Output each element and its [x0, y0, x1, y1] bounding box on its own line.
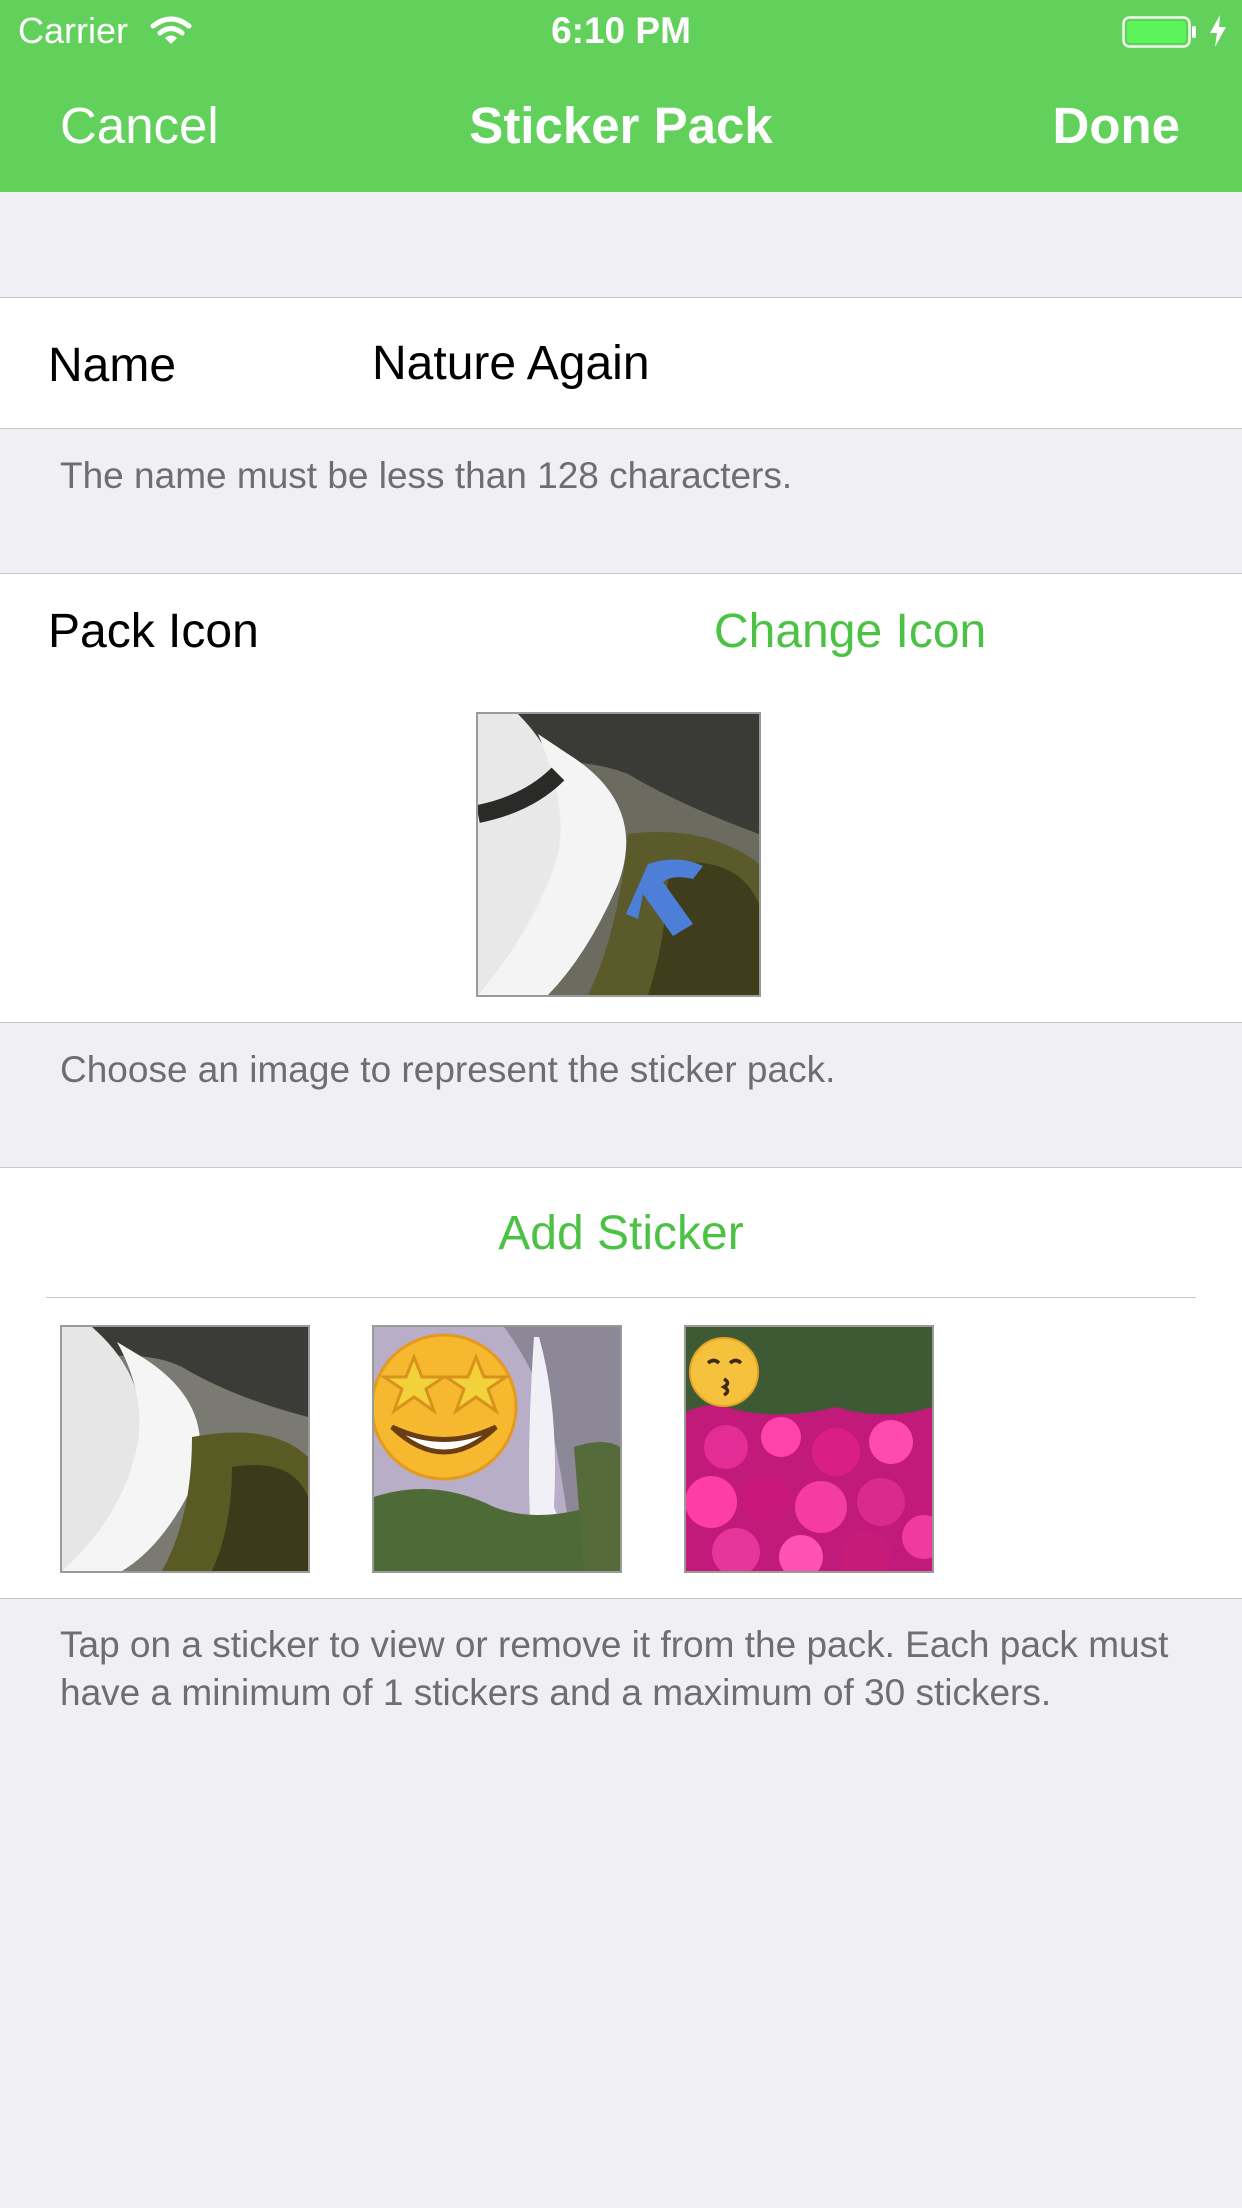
pack-icon-footer-text: Choose an image to represent the sticker…	[60, 1049, 836, 1090]
name-input[interactable]: Nature Again	[372, 336, 650, 391]
sticker-thumbnail[interactable]	[372, 1325, 622, 1573]
stickers-footer-text: Tap on a sticker to view or remove it fr…	[60, 1624, 1169, 1713]
stickers-cell: Add Sticker	[0, 1167, 1242, 1599]
sticker-thumbnail[interactable]	[60, 1325, 310, 1573]
pack-icon-label: Pack Icon	[48, 605, 259, 658]
pack-icon-cell: Pack Icon Change Icon	[0, 573, 1242, 1023]
status-time: 6:10 PM	[551, 10, 691, 51]
name-footer-text: The name must be less than 128 character…	[60, 455, 793, 496]
sticker-thumbnail[interactable]	[684, 1325, 934, 1573]
done-button[interactable]: Done	[1053, 98, 1181, 154]
pack-icon-image[interactable]	[476, 712, 761, 997]
name-label: Name	[48, 339, 177, 392]
name-cell: Name Nature Again	[0, 297, 1242, 429]
change-icon-button[interactable]: Change Icon	[714, 604, 986, 659]
divider	[46, 1297, 1196, 1298]
navigation-bar: Carrier 6:10 PM Cancel Sticker Pack Done	[0, 0, 1242, 192]
add-sticker-button[interactable]: Add Sticker	[0, 1206, 1242, 1261]
battery-icon	[1122, 16, 1198, 48]
charging-bolt-icon	[1208, 14, 1228, 48]
